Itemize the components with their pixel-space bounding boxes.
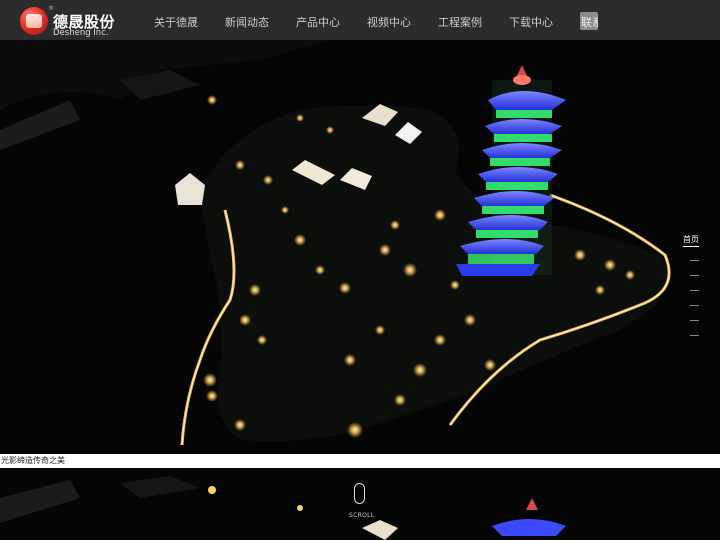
brand-logo[interactable]: ® 德晟股份 Desheng Inc.: [18, 5, 118, 38]
side-pager-dot[interactable]: [690, 335, 699, 336]
side-pager-dot[interactable]: [690, 320, 699, 321]
nav-item-about[interactable]: 关于德晟: [154, 14, 198, 30]
side-pager-dot[interactable]: [690, 275, 699, 276]
hero-banner[interactable]: [0, 40, 720, 454]
nav-item-videos[interactable]: 视频中心: [367, 14, 411, 30]
nav-item-products[interactable]: 产品中心: [296, 14, 340, 30]
second-section-banner: [0, 468, 720, 540]
scroll-label: SCROLL: [349, 512, 375, 519]
nav-item-contact[interactable]: 联系我们: [580, 12, 598, 30]
logo-mark-icon: [20, 7, 48, 35]
side-pager-dot[interactable]: [690, 305, 699, 306]
side-pager-home[interactable]: 首页: [683, 234, 699, 247]
brand-name-en: Desheng Inc.: [53, 28, 109, 38]
hero-night-scene: [0, 40, 720, 454]
nav-item-cases[interactable]: 工程案例: [438, 14, 482, 30]
scroll-mouse-icon[interactable]: [354, 483, 365, 504]
top-header: ® 德晟股份 Desheng Inc. 关于德晟 新闻动态 产品中心 视频中心 …: [0, 0, 720, 40]
hero-caption-bar: 光影缔造传奇之美: [0, 454, 720, 468]
side-pager-dot[interactable]: [690, 290, 699, 291]
nav-contact-label: 联系我们: [581, 16, 598, 29]
nav-item-downloads[interactable]: 下载中心: [509, 14, 553, 30]
nav-item-news[interactable]: 新闻动态: [225, 14, 269, 30]
side-pager-dot[interactable]: [690, 260, 699, 261]
second-night-scene: [0, 468, 720, 540]
hero-caption: 光影缔造传奇之美: [1, 456, 65, 465]
